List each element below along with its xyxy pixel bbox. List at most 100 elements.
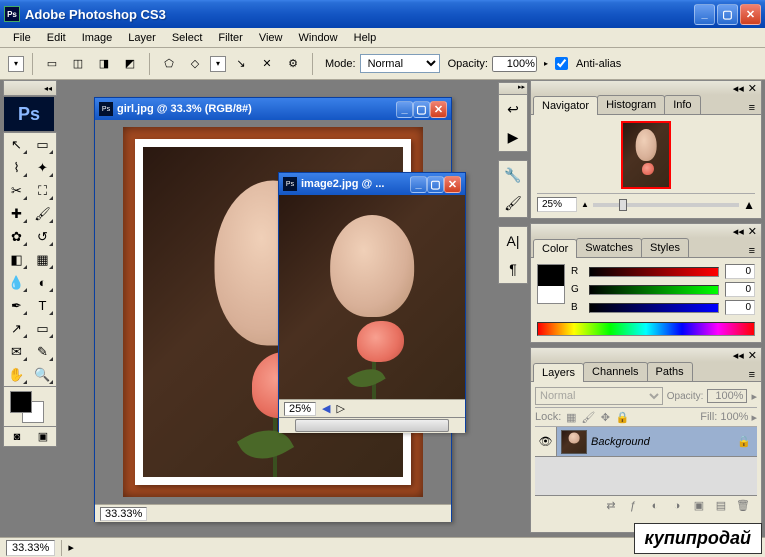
link-layers-icon[interactable]: ⇄ bbox=[603, 498, 619, 514]
r-value[interactable]: 0 bbox=[725, 264, 755, 279]
panel-collapse-icon[interactable]: ◂◂ bbox=[733, 82, 744, 95]
zoom-out-icon[interactable]: ▲ bbox=[581, 200, 589, 209]
status-zoom[interactable]: 33.33% bbox=[6, 540, 55, 556]
menu-help[interactable]: Help bbox=[346, 30, 385, 46]
selection-new-icon[interactable]: ▭ bbox=[41, 53, 63, 75]
arrow-right-icon[interactable]: ▷ bbox=[337, 402, 345, 415]
layers-empty-area[interactable] bbox=[535, 457, 757, 495]
opacity-input[interactable] bbox=[492, 56, 537, 72]
panel-menu-icon[interactable]: ≡ bbox=[745, 245, 759, 257]
notes-tool[interactable]: ✉ bbox=[4, 340, 29, 363]
lock-position-icon[interactable]: ✥ bbox=[598, 410, 612, 424]
doc2-canvas[interactable] bbox=[279, 195, 465, 399]
doc2-maximize-button[interactable]: ▢ bbox=[427, 176, 444, 193]
marquee-tool[interactable]: ▭ bbox=[30, 133, 55, 156]
panel-menu-icon[interactable]: ≡ bbox=[745, 369, 759, 381]
brushes-icon[interactable]: 🖌 bbox=[499, 189, 527, 217]
blur-tool[interactable]: 💧 bbox=[4, 271, 29, 294]
adjustment-layer-icon[interactable]: ◑ bbox=[669, 498, 685, 514]
tab-styles[interactable]: Styles bbox=[641, 238, 689, 257]
document-window-image2[interactable]: Ps image2.jpg @ ... _ ▢ ✕ 25% ◀ ▷ bbox=[278, 172, 466, 432]
minimize-button[interactable]: _ bbox=[694, 4, 715, 25]
toolbox-header[interactable]: ◂◂ bbox=[3, 80, 57, 96]
new-layer-icon[interactable]: ▤ bbox=[713, 498, 729, 514]
lock-pixels-icon[interactable]: 🖌 bbox=[581, 410, 595, 424]
doc2-close-button[interactable]: ✕ bbox=[444, 176, 461, 193]
type-tool[interactable]: T bbox=[30, 294, 55, 317]
visibility-eye-icon[interactable]: 👁 bbox=[535, 427, 557, 456]
menu-edit[interactable]: Edit bbox=[39, 30, 74, 46]
delete-layer-icon[interactable]: 🗑 bbox=[735, 498, 751, 514]
tab-navigator[interactable]: Navigator bbox=[533, 96, 598, 115]
paragraph-icon[interactable]: ¶ bbox=[499, 255, 527, 283]
eraser-tool[interactable]: ◧ bbox=[4, 248, 29, 271]
panel-collapse-icon[interactable]: ◂◂ bbox=[733, 225, 744, 238]
hand-tool[interactable]: ✋ bbox=[4, 363, 29, 386]
tool-preset-picker[interactable]: ▾ bbox=[8, 56, 24, 72]
r-slider[interactable] bbox=[589, 267, 719, 277]
navigator-zoom-slider[interactable] bbox=[593, 203, 739, 207]
arrow-option-icon[interactable]: ↘ bbox=[230, 53, 252, 75]
selection-subtract-icon[interactable]: ◨ bbox=[93, 53, 115, 75]
tab-paths[interactable]: Paths bbox=[647, 362, 693, 381]
lock-all-icon[interactable]: 🔒 bbox=[615, 410, 629, 424]
stamp-tool[interactable]: ✿ bbox=[4, 225, 29, 248]
selection-intersect-icon[interactable]: ◩ bbox=[119, 53, 141, 75]
foreground-color-swatch[interactable] bbox=[10, 391, 32, 413]
lasso-tool[interactable]: ⌇ bbox=[4, 156, 29, 179]
b-value[interactable]: 0 bbox=[725, 300, 755, 315]
layer-row-background[interactable]: 👁 Background 🔒 bbox=[535, 427, 757, 457]
panel-close-icon[interactable]: ✕ bbox=[748, 82, 757, 95]
tab-color[interactable]: Color bbox=[533, 239, 577, 258]
status-arrow-icon[interactable]: ▸ bbox=[68, 541, 74, 554]
fill-value[interactable]: 100% bbox=[720, 411, 748, 423]
cross-option-icon[interactable]: ✕ bbox=[256, 53, 278, 75]
doc2-scrollbar[interactable] bbox=[279, 417, 465, 433]
doc2-titlebar[interactable]: Ps image2.jpg @ ... _ ▢ ✕ bbox=[279, 173, 465, 195]
tab-histogram[interactable]: Histogram bbox=[597, 95, 665, 114]
menu-image[interactable]: Image bbox=[74, 30, 121, 46]
dodge-tool[interactable]: ◐ bbox=[30, 271, 55, 294]
gradient-tool[interactable]: ▦ bbox=[30, 248, 55, 271]
quickmask-toggle[interactable]: ◙ bbox=[4, 427, 30, 446]
tab-layers[interactable]: Layers bbox=[533, 363, 584, 382]
slice-tool[interactable]: ⛶ bbox=[30, 179, 55, 202]
history-icon[interactable]: ↩ bbox=[499, 95, 527, 123]
brush-tool[interactable]: 🖌 bbox=[30, 202, 55, 225]
actions-icon[interactable]: ▶ bbox=[499, 123, 527, 151]
lasso-poly-icon[interactable]: ◇ bbox=[184, 53, 206, 75]
layer-thumbnail[interactable] bbox=[561, 430, 587, 454]
menu-filter[interactable]: Filter bbox=[210, 30, 250, 46]
zoom-tool[interactable]: 🔍 bbox=[30, 363, 55, 386]
menu-select[interactable]: Select bbox=[164, 30, 211, 46]
doc1-titlebar[interactable]: Ps girl.jpg @ 33.3% (RGB/8#) _ ▢ ✕ bbox=[95, 98, 451, 120]
mode-select[interactable]: Normal bbox=[360, 54, 440, 73]
tab-channels[interactable]: Channels bbox=[583, 362, 647, 381]
selection-add-icon[interactable]: ◫ bbox=[67, 53, 89, 75]
path-tool[interactable]: ↗ bbox=[4, 317, 29, 340]
layer-fx-icon[interactable]: ƒ bbox=[625, 498, 641, 514]
heal-tool[interactable]: ✚ bbox=[4, 202, 29, 225]
b-slider[interactable] bbox=[589, 303, 719, 313]
tab-info[interactable]: Info bbox=[664, 95, 700, 114]
gear-option-icon[interactable]: ⚙ bbox=[282, 53, 304, 75]
doc1-minimize-button[interactable]: _ bbox=[396, 101, 413, 118]
history-brush-tool[interactable]: ↺ bbox=[30, 225, 55, 248]
doc1-close-button[interactable]: ✕ bbox=[430, 101, 447, 118]
character-icon[interactable]: A| bbox=[499, 227, 527, 255]
tab-swatches[interactable]: Swatches bbox=[576, 238, 642, 257]
lock-transparency-icon[interactable]: ▦ bbox=[564, 410, 578, 424]
arrow-left-icon[interactable]: ◀ bbox=[322, 402, 330, 415]
g-slider[interactable] bbox=[589, 285, 719, 295]
opacity-arrow-icon[interactable]: ▸ bbox=[541, 59, 551, 68]
panel-close-icon[interactable]: ✕ bbox=[748, 225, 757, 238]
doc1-zoom[interactable]: 33.33% bbox=[100, 507, 147, 521]
doc2-minimize-button[interactable]: _ bbox=[410, 176, 427, 193]
navigator-zoom[interactable]: 25% bbox=[537, 197, 577, 212]
panel-close-icon[interactable]: ✕ bbox=[748, 349, 757, 362]
menu-layer[interactable]: Layer bbox=[120, 30, 164, 46]
panel-collapse-icon[interactable]: ◂◂ bbox=[733, 349, 744, 362]
layer-mask-icon[interactable]: ◐ bbox=[647, 498, 663, 514]
tool-presets-icon[interactable]: 🔧 bbox=[499, 161, 527, 189]
pen-tool[interactable]: ✒ bbox=[4, 294, 29, 317]
